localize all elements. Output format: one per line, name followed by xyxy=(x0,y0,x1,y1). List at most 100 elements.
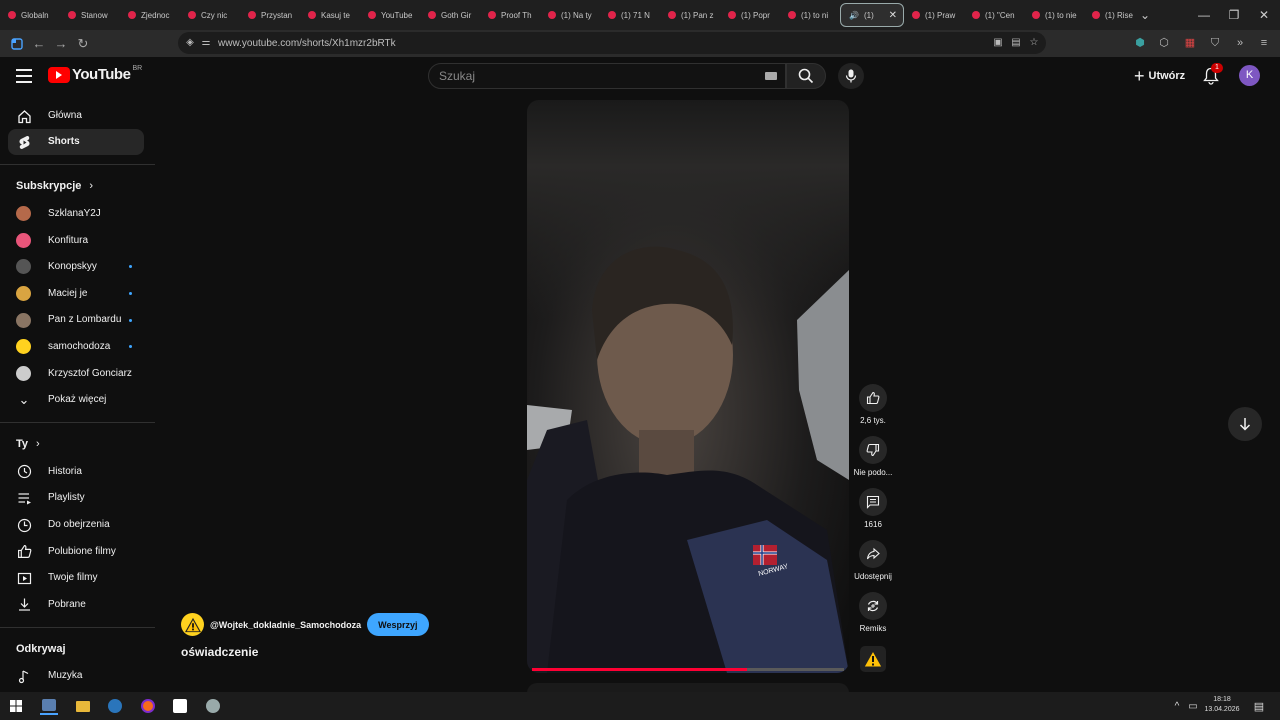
reload-icon[interactable]: ↻ xyxy=(72,33,94,55)
youtube-favicon-icon xyxy=(188,11,196,19)
sidebar-item-label: Muzyka xyxy=(48,670,83,682)
sidebar-item-muzyka[interactable]: Muzyka xyxy=(0,663,155,690)
you-heading[interactable]: Ty › xyxy=(0,430,155,458)
sidebar-toggle-icon[interactable] xyxy=(6,33,28,55)
notifications-button[interactable]: 1 xyxy=(1200,63,1223,87)
clock[interactable]: 18:18 13.04.2026 xyxy=(1196,695,1248,715)
hamburger-menu-icon[interactable] xyxy=(16,69,32,83)
account-avatar[interactable]: K xyxy=(1239,65,1260,86)
sidebar-item-playlisty[interactable]: Playlisty xyxy=(0,485,155,512)
sidebar-item-twoje-filmy[interactable]: Twoje filmy xyxy=(0,564,155,591)
sidebar-item-konfitura[interactable]: Konfitura xyxy=(0,227,155,254)
voice-search-button[interactable] xyxy=(838,63,864,89)
microphone-icon xyxy=(845,69,857,83)
dislike-button[interactable]: Nie podo... xyxy=(848,436,898,488)
extensions-icon[interactable]: ⬡ xyxy=(1156,35,1172,51)
sidebar-item-szklanay2j[interactable]: SzklanaY2J xyxy=(0,200,155,227)
support-button[interactable]: Wesprzyj xyxy=(367,613,429,636)
sidebar-item-do-obejrzenia[interactable]: Do obejrzenia xyxy=(0,511,155,538)
like-button[interactable]: 2,6 tys. xyxy=(848,384,898,436)
show-more-button[interactable]: ⌄ Pokaż więcej xyxy=(0,386,155,413)
you-heading-label: Ty xyxy=(16,437,29,450)
windows-start-icon[interactable] xyxy=(7,697,25,715)
sidebar-item-home[interactable]: Główna xyxy=(0,102,155,129)
browser-tab[interactable]: (1) Praw xyxy=(904,0,964,30)
reader-mode-icon[interactable]: ▤ xyxy=(1010,37,1022,49)
search-button[interactable] xyxy=(786,63,826,89)
tab-label: (1) 71 N xyxy=(621,10,650,20)
short-video-player[interactable]: NORWAY xyxy=(527,100,849,673)
extension-badge-icon[interactable]: ▦ xyxy=(1182,35,1198,51)
taskbar-app-icon[interactable] xyxy=(40,697,58,715)
sidebar-item-pan-z-lombardu[interactable]: Pan z Lombardu xyxy=(0,307,155,334)
sidebar-item-shorts[interactable]: Shorts xyxy=(8,128,144,156)
browser-tab[interactable]: Przystan xyxy=(240,0,300,30)
browser-tab[interactable]: Stanow xyxy=(60,0,120,30)
channel-avatar[interactable] xyxy=(181,613,204,636)
restore-icon[interactable]: ❐ xyxy=(1218,0,1250,30)
next-short-button[interactable] xyxy=(1228,407,1262,441)
browser-tab[interactable]: (1) Pan z xyxy=(660,0,720,30)
browser-tab[interactable]: (1) Na ty xyxy=(540,0,600,30)
shield-icon[interactable]: ◈ xyxy=(184,37,196,49)
create-button[interactable]: + Utwórz xyxy=(1124,63,1195,89)
sidebar-item-krzysztof-gonciarz[interactable]: Krzysztof Gonciarz xyxy=(0,360,155,387)
sidebar-item-polubione-filmy[interactable]: Polubione filmy xyxy=(0,538,155,565)
browser-tab[interactable]: (1) to nie xyxy=(1024,0,1084,30)
browser-tab[interactable]: Kasuj te xyxy=(300,0,360,30)
browser-tab[interactable]: (1) "Cen xyxy=(964,0,1024,30)
remix-icon xyxy=(859,592,887,620)
address-bar[interactable]: ◈ ⚌ www.youtube.com/shorts/Xh1mzr2bRTk ▣… xyxy=(178,32,1046,54)
keyboard-icon[interactable] xyxy=(765,72,777,80)
remix-button[interactable]: Remiks xyxy=(848,592,898,644)
extension-shield-icon[interactable]: ⬢ xyxy=(1132,35,1148,51)
back-icon[interactable]: ← xyxy=(28,33,50,55)
tab-label: Stanow xyxy=(81,10,108,20)
channel-name[interactable]: @Wojtek_dokladnie_Samochodoza xyxy=(210,620,361,630)
short-title[interactable]: oświadczenie xyxy=(181,645,258,659)
notification-center-icon[interactable]: ▤ xyxy=(1250,697,1268,715)
browser-tab[interactable]: (1) 71 N xyxy=(600,0,660,30)
sidebar-item-pobrane[interactable]: Pobrane xyxy=(0,591,155,618)
sidebar-item-maciej-je[interactable]: Maciej je xyxy=(0,280,155,307)
sidebar-item-samochodoza[interactable]: samochodoza xyxy=(0,333,155,360)
browser-tab[interactable]: (1) Popr xyxy=(720,0,780,30)
search-input[interactable]: Szukaj xyxy=(428,63,786,89)
file-explorer-icon[interactable] xyxy=(74,697,92,715)
minimize-icon[interactable]: — xyxy=(1188,0,1220,30)
browser-tab[interactable]: Czy nic xyxy=(180,0,240,30)
sidebar-item-konopskyy[interactable]: Konopskyy xyxy=(0,253,155,280)
close-tab-icon[interactable]: ✕ xyxy=(889,10,897,21)
close-window-icon[interactable]: ✕ xyxy=(1248,0,1280,30)
app-icon[interactable] xyxy=(204,697,222,715)
forward-icon[interactable]: → xyxy=(50,33,72,55)
menu-icon[interactable]: ≡ xyxy=(1256,35,1272,51)
site-settings-icon[interactable]: ⚌ xyxy=(200,37,212,49)
firefox-icon[interactable] xyxy=(139,697,157,715)
sound-thumbnail[interactable] xyxy=(848,646,898,672)
browser-tab[interactable]: Goth Gir xyxy=(420,0,480,30)
browser-tab[interactable]: Globaln xyxy=(0,0,60,30)
picture-in-picture-icon[interactable]: ▣ xyxy=(992,37,1004,49)
browser-tab[interactable]: 🔊 (1) ✕ xyxy=(840,3,904,27)
subscriptions-heading[interactable]: Subskrypcje › xyxy=(0,172,155,200)
sidebar-item-label: Polubione filmy xyxy=(48,545,116,557)
browser-tab[interactable]: (1) Rise xyxy=(1084,0,1144,30)
youtube-logo[interactable]: YouTube BR xyxy=(48,65,142,83)
steam-icon[interactable] xyxy=(106,697,124,715)
browser-tab[interactable]: YouTube xyxy=(360,0,420,30)
browser-tab[interactable]: Proof Th xyxy=(480,0,540,30)
bookmark-star-icon[interactable]: ☆ xyxy=(1028,37,1040,49)
tab-list-chevron-icon[interactable]: ⌄ xyxy=(1140,8,1150,22)
browser-tab[interactable]: Zjednoc xyxy=(120,0,180,30)
more-tools-icon[interactable]: » xyxy=(1232,35,1248,51)
video-progress-bar[interactable] xyxy=(532,668,844,671)
sidebar-item-historia[interactable]: Historia xyxy=(0,458,155,485)
your-videos-icon xyxy=(16,570,32,586)
browser-tab[interactable]: (1) to ni xyxy=(780,0,840,30)
share-button[interactable]: Udostępnij xyxy=(848,540,898,592)
sidebar-item-filmy[interactable]: Filmy xyxy=(0,689,155,690)
comments-button[interactable]: 1616 xyxy=(848,488,898,540)
app-icon[interactable] xyxy=(171,697,189,715)
extension-guard-icon[interactable]: ⛉ xyxy=(1207,35,1223,51)
